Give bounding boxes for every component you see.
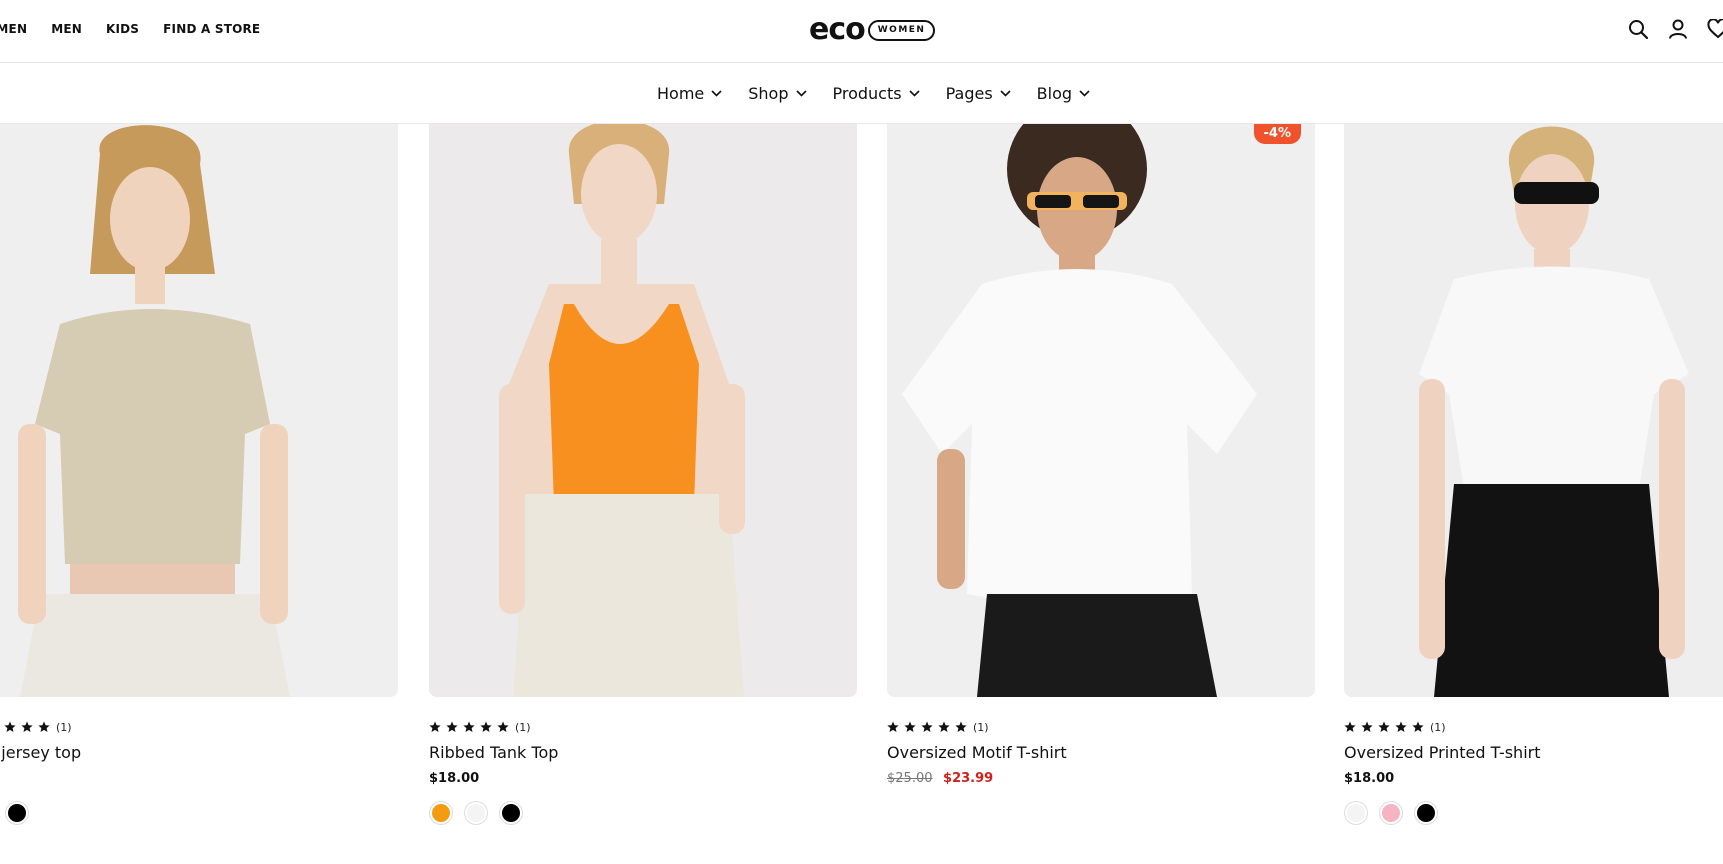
product-card[interactable]: (1) Oversized Printed T-shirt $18.00 — [1344, 124, 1723, 825]
top-links: OMEN MEN KIDS FIND A STORE — [0, 0, 284, 58]
nav-label: Home — [657, 83, 705, 103]
color-swatches — [0, 801, 398, 825]
chevron-down-icon — [909, 89, 920, 97]
product-rating: (1) — [1344, 719, 1723, 735]
product-name[interactable]: Oversized Motif T-shirt — [887, 743, 1315, 763]
chevron-down-icon — [711, 89, 722, 97]
chevron-down-icon — [1079, 89, 1090, 97]
rating-count: (1) — [1430, 720, 1446, 734]
star-icon — [904, 721, 916, 733]
star-icon — [1344, 721, 1356, 733]
product-card[interactable]: (1) Ribbed Tank Top $18.00 — [429, 124, 857, 825]
product-rating: (1) — [429, 719, 857, 735]
product-rating: (1) — [0, 719, 398, 735]
star-icon — [21, 721, 33, 733]
star-icon — [887, 721, 899, 733]
product-card[interactable]: (1) ton jersey top 00 — [0, 124, 398, 825]
sale-badge: -4% — [1253, 124, 1301, 144]
nav-label: Blog — [1036, 83, 1073, 103]
top-bar: OMEN MEN KIDS FIND A STORE eco WOMEN — [0, 0, 1723, 63]
product-image[interactable]: -4% — [887, 124, 1315, 697]
star-icon — [480, 721, 492, 733]
color-swatch[interactable] — [464, 801, 488, 825]
search-icon[interactable] — [1627, 18, 1649, 40]
header-icons — [1627, 18, 1723, 40]
star-icon — [1395, 721, 1407, 733]
stars — [1344, 721, 1429, 733]
top-link-kids[interactable]: KIDS — [106, 22, 139, 36]
star-icon — [446, 721, 458, 733]
star-icon — [1378, 721, 1390, 733]
price: $18.00 — [1344, 771, 1395, 786]
stars — [0, 721, 55, 733]
star-icon — [429, 721, 441, 733]
nav-item-home[interactable]: Home — [657, 84, 722, 103]
product-name[interactable]: Oversized Printed T-shirt — [1344, 743, 1723, 763]
color-swatches — [1344, 801, 1723, 825]
nav-item-pages[interactable]: Pages — [946, 84, 1011, 103]
product-rating: (1) — [887, 719, 1315, 735]
stars — [887, 721, 972, 733]
product-price: 00 — [0, 771, 398, 789]
color-swatch[interactable] — [429, 801, 453, 825]
rating-count: (1) — [515, 720, 531, 734]
old-price: $25.00 — [887, 771, 933, 786]
site-logo[interactable]: eco WOMEN — [809, 12, 936, 47]
nav-item-shop[interactable]: Shop — [748, 83, 807, 103]
nav-item-products[interactable]: Products — [833, 84, 920, 103]
top-link-men[interactable]: MEN — [51, 22, 82, 36]
top-link-find-a-store[interactable]: FIND A STORE — [163, 22, 260, 36]
star-icon — [1412, 721, 1424, 733]
nav-label: Shop — [748, 83, 789, 103]
logo-text: eco — [809, 12, 866, 47]
color-swatch[interactable] — [1379, 801, 1403, 825]
nav-label: Products — [832, 83, 902, 103]
chevron-down-icon — [1000, 89, 1011, 97]
star-icon — [921, 721, 933, 733]
heart-icon[interactable] — [1707, 18, 1723, 40]
chevron-down-icon — [795, 89, 807, 97]
top-link-women[interactable]: OMEN — [0, 22, 27, 36]
star-icon — [463, 721, 475, 733]
star-icon — [1361, 721, 1373, 733]
rating-count: (1) — [973, 720, 989, 734]
nav-item-blog[interactable]: Blog — [1037, 84, 1090, 103]
star-icon — [955, 721, 967, 733]
stars — [429, 721, 514, 733]
star-icon — [497, 721, 509, 733]
product-image[interactable] — [1344, 124, 1723, 697]
star-icon — [38, 721, 50, 733]
color-swatch[interactable] — [1344, 801, 1368, 825]
color-swatches — [429, 801, 857, 825]
user-icon[interactable] — [1667, 18, 1689, 40]
color-swatch[interactable] — [1414, 801, 1438, 825]
rating-count: (1) — [56, 720, 72, 734]
logo-badge: WOMEN — [867, 19, 936, 41]
sale-price: $23.99 — [943, 771, 994, 786]
product-price: $18.00 — [429, 771, 857, 789]
star-icon — [938, 721, 950, 733]
color-swatch[interactable] — [499, 801, 523, 825]
price: $18.00 — [429, 771, 480, 786]
product-card[interactable]: -4% (1) Oversized Motif T-shirt $25.00 $… — [887, 124, 1315, 789]
product-image[interactable] — [429, 124, 857, 697]
product-name[interactable]: Ribbed Tank Top — [429, 743, 857, 763]
star-icon — [4, 721, 16, 733]
color-swatch[interactable] — [5, 801, 29, 825]
product-price: $25.00 $23.99 — [887, 771, 1315, 789]
nav-label: Pages — [945, 83, 993, 103]
product-image[interactable] — [0, 124, 398, 697]
product-name[interactable]: ton jersey top — [0, 743, 398, 763]
main-nav: Home Shop Products Pages Blog — [0, 63, 1723, 124]
product-price: $18.00 — [1344, 771, 1723, 789]
